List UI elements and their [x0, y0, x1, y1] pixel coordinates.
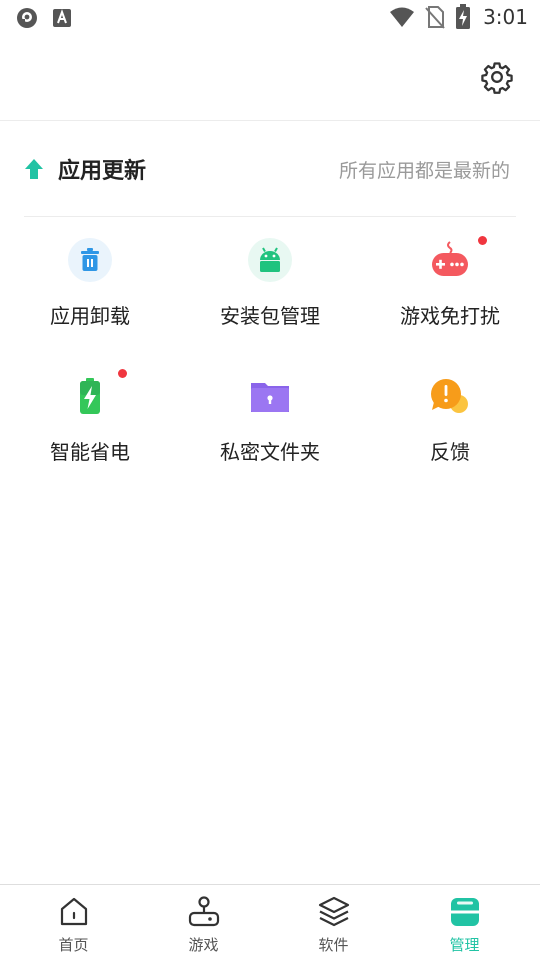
lock-folder-icon	[251, 383, 289, 412]
nav-label: 管理	[449, 936, 480, 954]
android-icon	[248, 238, 292, 282]
tool-feedback[interactable]: 反馈	[360, 372, 540, 482]
tool-power-saving[interactable]: 智能省电	[0, 369, 180, 482]
joystick-icon	[188, 896, 219, 927]
update-status: 所有应用都是最新的	[338, 160, 510, 182]
notification-badge	[478, 236, 487, 245]
feedback-icon	[431, 379, 468, 413]
manage-icon	[450, 898, 479, 926]
app-update-row[interactable]: 应用更新 所有应用都是最新的	[24, 140, 516, 200]
bottom-navigation: 首页 游戏 软件 管理	[0, 884, 540, 960]
settings-button[interactable]	[480, 60, 514, 94]
nav-software[interactable]: 软件	[266, 885, 401, 960]
gear-icon	[481, 62, 513, 94]
tool-label: 游戏免打扰	[400, 304, 500, 328]
nav-manage[interactable]: 管理	[397, 885, 532, 960]
tool-label: 应用卸载	[50, 304, 130, 328]
tool-label: 反馈	[430, 440, 470, 464]
notification-badge	[118, 369, 127, 378]
arrow-up-icon	[25, 159, 43, 179]
status-bar: 3:01	[0, 0, 540, 36]
nav-label: 软件	[318, 936, 349, 954]
nav-games[interactable]: 游戏	[136, 885, 271, 960]
tool-uninstall[interactable]: 应用卸载	[0, 236, 180, 346]
tool-private-folder[interactable]: 私密文件夹	[180, 372, 360, 482]
divider	[24, 216, 516, 217]
battery-icon	[80, 378, 100, 414]
gamepad-icon	[432, 241, 468, 276]
tool-label: 智能省电	[50, 440, 130, 464]
nav-label: 首页	[58, 936, 89, 954]
tool-label: 安装包管理	[220, 304, 320, 328]
trash-icon	[68, 238, 112, 282]
tool-game-dnd[interactable]: 游戏免打扰	[360, 236, 540, 346]
nav-label: 游戏	[188, 936, 219, 954]
update-title: 应用更新	[58, 159, 147, 184]
battery-charging-icon	[456, 4, 471, 29]
tool-label: 私密文件夹	[220, 440, 320, 464]
no-sim-icon	[425, 6, 445, 29]
tool-package-manager[interactable]: 安装包管理	[180, 236, 360, 346]
font-notification-icon	[53, 9, 71, 27]
wifi-icon	[390, 7, 415, 27]
clock: 3:01	[483, 5, 528, 29]
nav-home[interactable]: 首页	[6, 885, 141, 960]
home-icon	[60, 897, 87, 926]
layers-icon	[318, 896, 349, 927]
chat-notification-icon	[17, 8, 37, 28]
top-app-bar	[0, 36, 540, 121]
